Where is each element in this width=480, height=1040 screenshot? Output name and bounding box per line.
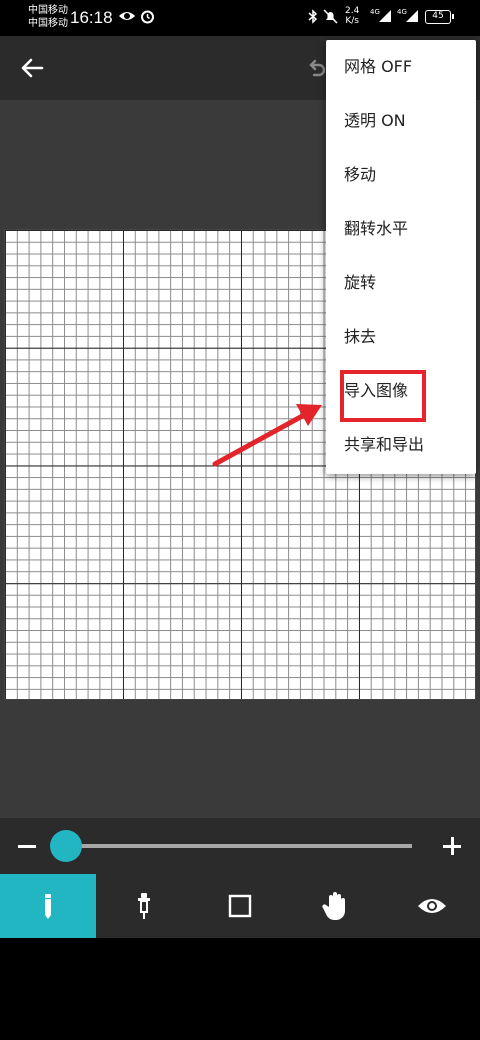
network-speed-unit: K/s bbox=[345, 16, 359, 26]
tool-rectangle[interactable] bbox=[192, 874, 288, 938]
eye-status-icon bbox=[119, 12, 135, 20]
plus-icon[interactable] bbox=[443, 837, 461, 855]
square-icon bbox=[228, 894, 252, 918]
highlight-box bbox=[340, 370, 426, 422]
carrier-label-1: 中国移动 bbox=[28, 5, 68, 16]
mute-bell-icon bbox=[323, 9, 338, 24]
navigation-area bbox=[0, 938, 480, 1040]
slider-thumb[interactable] bbox=[50, 830, 82, 862]
menu-item-rotate[interactable]: 旋转 bbox=[326, 256, 476, 310]
signal-strength-icon-2 bbox=[406, 10, 418, 22]
menu-item-move[interactable]: 移动 bbox=[326, 148, 476, 202]
bottom-toolbar bbox=[0, 874, 480, 938]
pencil-icon bbox=[45, 894, 51, 919]
menu-item-share-export[interactable]: 共享和导出 bbox=[326, 418, 476, 472]
clock: 16:18 bbox=[70, 8, 113, 27]
signal-strength-icon-1 bbox=[379, 10, 391, 22]
arrow-left-icon[interactable] bbox=[18, 54, 46, 82]
slider-track[interactable] bbox=[78, 844, 412, 848]
alarm-icon bbox=[141, 10, 154, 24]
status-bar: 中国移动 中国移动 16:18 2.4 K/s 4G 4G 45 bbox=[0, 0, 480, 36]
undo-icon[interactable] bbox=[304, 56, 328, 80]
battery-indicator: 45 bbox=[425, 10, 454, 24]
menu-item-flip-horizontal[interactable]: 翻转水平 bbox=[326, 202, 476, 256]
bluetooth-icon bbox=[308, 9, 318, 24]
menu-item-erase[interactable]: 抹去 bbox=[326, 310, 476, 364]
minus-icon[interactable] bbox=[18, 845, 36, 848]
tool-preview[interactable] bbox=[384, 874, 480, 938]
menu-item-grid[interactable]: 网格 OFF bbox=[326, 40, 476, 94]
eye-icon bbox=[418, 899, 446, 913]
menu-item-transparent[interactable]: 透明 ON bbox=[326, 94, 476, 148]
tool-eyedropper[interactable] bbox=[96, 874, 192, 938]
carrier-label-2: 中国移动 bbox=[28, 18, 68, 29]
network-speed-value: 2.4 bbox=[345, 6, 360, 16]
tool-hand[interactable] bbox=[288, 874, 384, 938]
eyedropper-icon bbox=[138, 893, 150, 919]
tool-pencil[interactable] bbox=[0, 874, 96, 938]
network-speed: 2.4 K/s bbox=[345, 6, 359, 26]
size-slider-bar bbox=[0, 818, 480, 874]
hand-icon bbox=[322, 892, 345, 920]
